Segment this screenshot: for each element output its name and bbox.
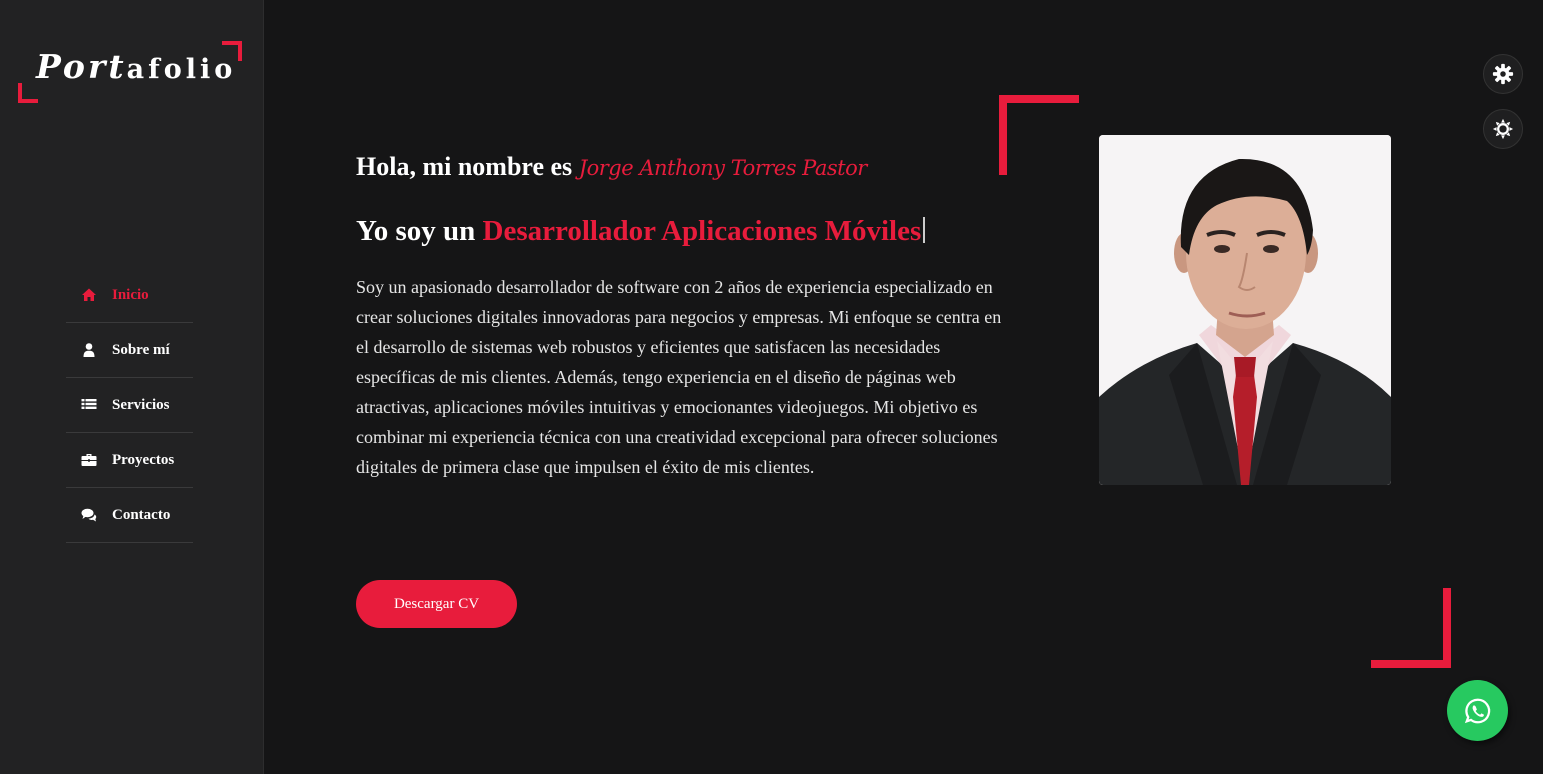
whatsapp-button[interactable] (1447, 680, 1508, 741)
nav-label: Inicio (112, 286, 149, 303)
list-icon (80, 397, 98, 413)
sidebar: Portafolio Inicio Sobre mí Servicios Pro… (0, 0, 264, 774)
decor-corner-top-left (999, 95, 1079, 175)
logo[interactable]: Portafolio (18, 41, 242, 103)
decor-corner-bottom-right (1371, 588, 1451, 668)
home-icon (80, 287, 98, 303)
role-typed: Desarrollador Aplicaciones Móviles (482, 215, 922, 247)
settings-button[interactable] (1483, 54, 1523, 94)
nav-label: Servicios (112, 396, 170, 413)
logo-corner-bottom-left (18, 83, 38, 103)
logo-script: Port (36, 47, 127, 86)
download-cv-button[interactable]: Descargar CV (356, 580, 517, 628)
nav-item-servicios[interactable]: Servicios (66, 378, 193, 433)
theme-toggle-button[interactable] (1483, 109, 1523, 149)
chat-icon (80, 507, 98, 523)
sun-icon (1492, 118, 1514, 140)
nav-label: Contacto (112, 506, 171, 523)
bio-paragraph: Soy un apasionado desarrollador de softw… (356, 277, 1002, 477)
role-heading: Yo soy un Desarrollador Aplicaciones Móv… (356, 215, 926, 248)
user-icon (80, 342, 98, 358)
nav-item-contacto[interactable]: Contacto (66, 488, 193, 543)
nav-label: Sobre mí (112, 341, 170, 358)
person-name: Jorge Anthony Torres Pastor (578, 156, 868, 180)
gear-icon (1492, 63, 1514, 85)
nav-item-inicio[interactable]: Inicio (66, 268, 193, 323)
typing-cursor (923, 217, 926, 243)
nav-item-proyectos[interactable]: Proyectos (66, 433, 193, 488)
nav-item-sobre-mi[interactable]: Sobre mí (66, 323, 193, 378)
logo-rest: afolio (126, 54, 237, 85)
main-nav: Inicio Sobre mí Servicios Proyectos Cont… (66, 268, 193, 543)
briefcase-icon (80, 452, 98, 468)
nav-label: Proyectos (112, 451, 175, 468)
profile-photo (1099, 135, 1391, 485)
role-prefix: Yo soy un (356, 215, 476, 247)
greeting-prefix: Hola, mi nombre es (356, 152, 573, 181)
whatsapp-icon (1464, 698, 1490, 723)
greeting-heading: Hola, mi nombre es Jorge Anthony Torres … (356, 152, 867, 182)
logo-text: Portafolio (36, 47, 236, 86)
